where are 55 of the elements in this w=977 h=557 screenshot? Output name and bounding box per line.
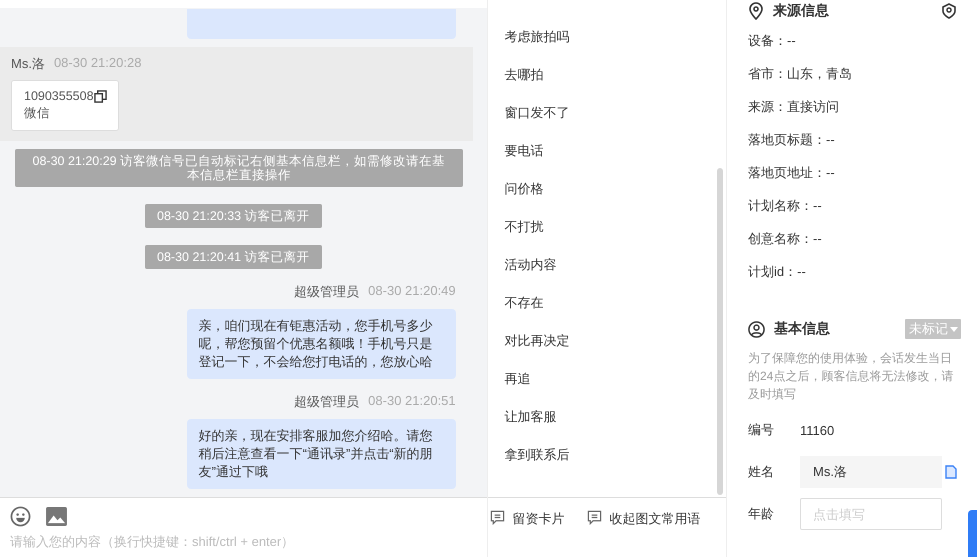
emoji-icon[interactable] [10, 506, 31, 527]
quick-reply-item[interactable]: 不打扰 [488, 208, 726, 246]
quick-reply-item[interactable]: 让加客服 [488, 398, 726, 436]
quick-reply-item[interactable]: 考虑旅拍吗 [488, 18, 726, 56]
sender-name: Ms.洛 [11, 55, 45, 73]
quick-action-button[interactable]: 留资卡片 [490, 510, 565, 528]
quick-reply-item[interactable]: 对比再决定 [488, 322, 726, 360]
field-label: 编号 [748, 421, 775, 439]
quick-action-button[interactable]: 收起图文常用语 [586, 510, 701, 528]
message-bubble: 好的亲，现在安排客服加您介绍哈。请您稍后注意查看一下“通讯录”并点击“新的朋友”通过下哦 [186, 419, 456, 489]
message-bubble: 亲，咱们现在有钜惠活动，您手机号多少呢，帮您预留个优惠名额哦！手机号只是登记一下，不会给您打电话的，您放心哈 [186, 309, 456, 379]
field-label: 姓名 [748, 463, 775, 481]
quick-reply-item[interactable]: 问价格 [488, 170, 726, 208]
source-field: 计划id：-- [748, 264, 806, 279]
card-label: 微信 [24, 105, 51, 122]
section-title: 基本信息 [774, 320, 830, 338]
sender-name: 超级管理员 [294, 393, 360, 411]
scrollbar[interactable] [717, 168, 723, 495]
source-field: 设备：-- [748, 33, 796, 48]
message-time: 08-30 21:20:49 [368, 283, 456, 300]
name-field[interactable]: Ms.洛 [800, 456, 942, 488]
image-icon[interactable] [46, 507, 67, 526]
system-notice: 08-30 21:20:29 访客微信号已自动标记右侧基本信息栏，如需修改请在基本信息栏直接操作 [14, 149, 463, 187]
quick-reply-item[interactable]: 不存在 [488, 284, 726, 322]
source-field: 创意名称：-- [748, 231, 822, 246]
source-field: 来源：直接访问 [748, 99, 839, 114]
source-field: 落地页标题：-- [748, 132, 835, 147]
quick-reply-item[interactable]: 去哪拍 [488, 56, 726, 94]
source-field: 落地页地址：-- [748, 165, 835, 180]
message-time: 08-30 21:20:51 [368, 393, 456, 410]
quick-reply-item[interactable]: 要电话 [488, 132, 726, 170]
field-label: 年龄 [748, 505, 775, 523]
wechat-id: 1090355508 [24, 89, 94, 103]
user-circle-icon [748, 320, 765, 338]
system-notice: 08-30 21:20:41 访客已离开 [145, 245, 322, 269]
shield-icon[interactable] [941, 3, 957, 19]
caret-icon [950, 326, 958, 332]
message-time: 08-30 21:20:28 [54, 55, 142, 72]
source-field: 省市：山东，青岛 [748, 66, 852, 81]
system-notice: 08-30 21:20:33 访客已离开 [145, 204, 322, 228]
field-value: 11160 [800, 422, 834, 438]
section-title: 来源信息 [773, 2, 829, 20]
location-pin-icon [748, 2, 764, 20]
quick-reply-item[interactable]: 再追 [488, 360, 726, 398]
chat-icon [490, 510, 505, 525]
quick-reply-item[interactable]: 窗口发不了 [488, 94, 726, 132]
copy-icon[interactable] [94, 90, 107, 102]
message-input[interactable]: 请输入您的内容（换行快捷键：shift/ctrl + enter） [0, 527, 487, 557]
source-field: 计划名称：-- [748, 198, 822, 213]
quick-reply-item[interactable]: 拿到联系后 [488, 436, 726, 474]
quick-reply-item[interactable]: 活动内容 [488, 246, 726, 284]
document-icon[interactable] [945, 465, 957, 479]
notice-text: 为了保障您的使用体验，会话发生当日的24点之后，顾客信息将无法修改，请及时填写 [748, 350, 954, 403]
chat-icon [586, 510, 602, 525]
sender-name: 超级管理员 [294, 283, 360, 301]
